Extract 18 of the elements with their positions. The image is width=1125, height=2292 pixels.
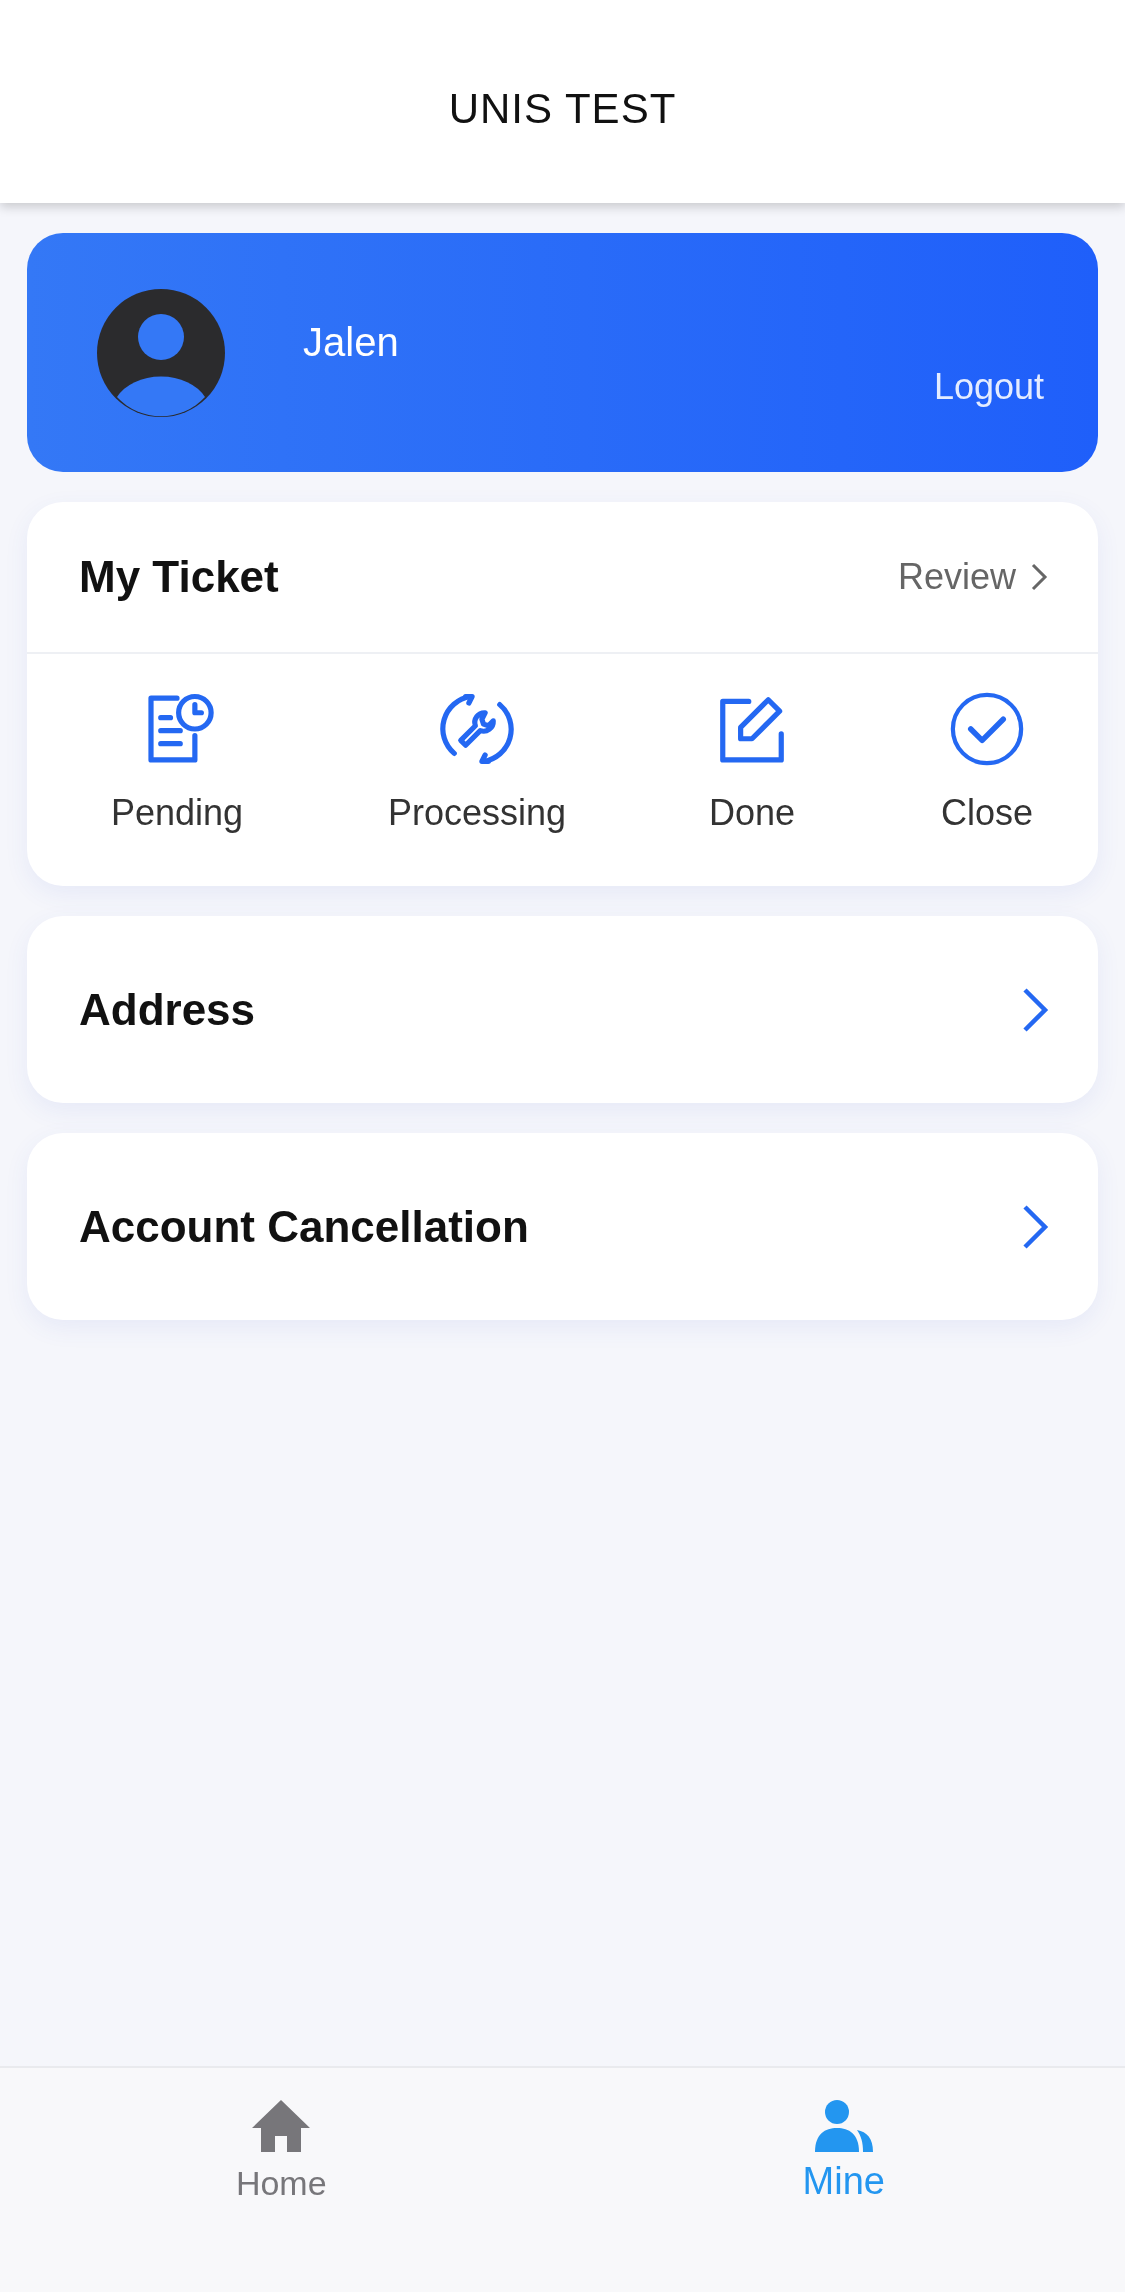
ticket-status-button[interactable]: Processing (327, 690, 627, 834)
review-link[interactable]: Review (897, 556, 1048, 598)
check-circle-icon (948, 690, 1026, 768)
menu-row[interactable]: Address (27, 916, 1098, 1103)
ticket-status-button[interactable]: Close (877, 690, 1097, 834)
ticket-title: My Ticket (79, 552, 279, 602)
chevron-icon (1020, 985, 1050, 1034)
ticket-status-button[interactable]: Done (627, 690, 877, 834)
logout-button[interactable]: Logout (933, 366, 1044, 408)
chevron-icon (1030, 562, 1048, 592)
users-icon (812, 2098, 875, 2154)
ticket-status-button[interactable]: Pending (27, 690, 327, 834)
menu-row[interactable]: Account Cancellation (27, 1133, 1098, 1320)
app-title: UNIS TEST (448, 83, 677, 133)
tab-bar-item[interactable]: Home (0, 2068, 563, 2204)
user-name: Jalen (303, 320, 400, 365)
chevron-icon (1020, 1202, 1050, 1251)
avatar-icon (95, 286, 227, 419)
